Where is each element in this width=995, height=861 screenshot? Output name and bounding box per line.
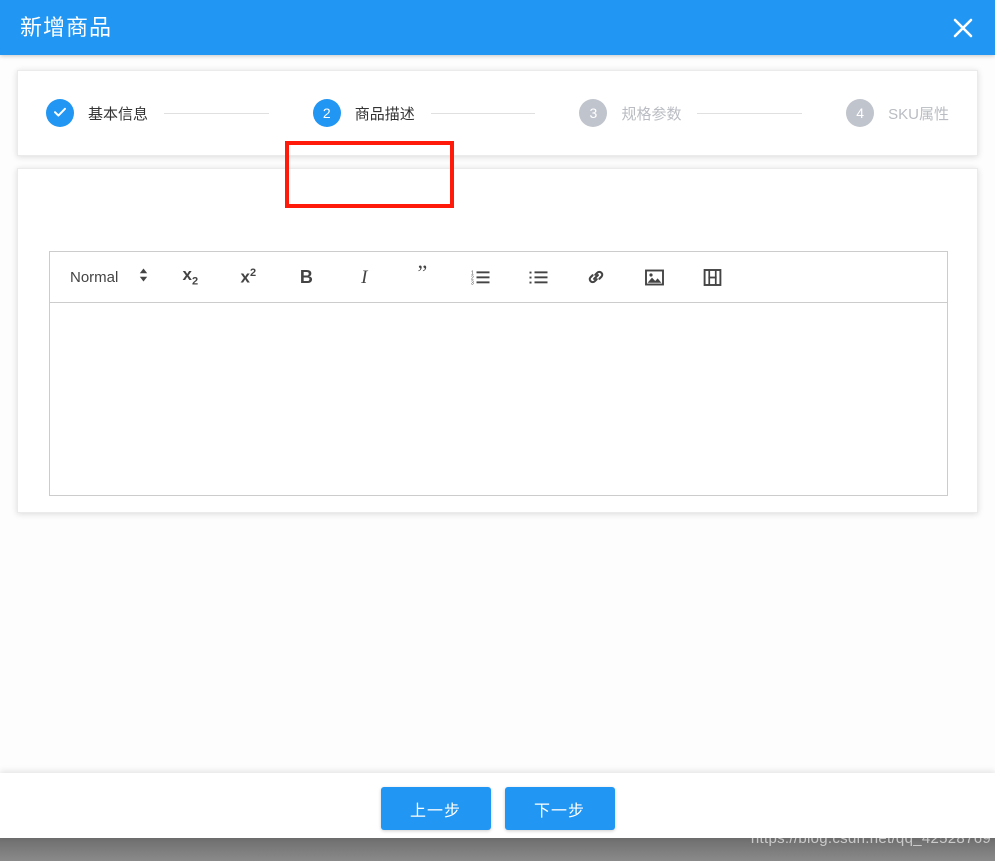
link-icon (586, 267, 606, 287)
video-icon (703, 268, 722, 286)
svg-text:3: 3 (471, 280, 474, 285)
check-icon (52, 104, 68, 123)
step-circle-2: 2 (312, 99, 341, 127)
step-product-description[interactable]: 2 商品描述 (285, 99, 415, 127)
previous-step-button[interactable]: 上一步 (380, 787, 491, 830)
close-icon (951, 16, 975, 40)
blockquote-button[interactable]: ” (403, 259, 441, 295)
image-icon (644, 269, 664, 286)
step-basic-info[interactable]: 基本信息 (18, 99, 148, 127)
superscript-button[interactable]: x2 (229, 263, 267, 291)
step-sku-attributes[interactable]: 4 SKU属性 (818, 99, 977, 127)
bold-icon: B (299, 267, 313, 287)
dialog-footer: 上一步 下一步 (0, 773, 995, 838)
quote-icon: ” (417, 260, 428, 285)
step-circle-1 (46, 99, 74, 127)
italic-button[interactable]: I (345, 263, 383, 291)
ordered-list-icon: 1 2 3 (471, 269, 490, 286)
italic-icon: I (361, 266, 368, 288)
image-button[interactable] (635, 263, 673, 291)
step-circle-4: 4 (846, 99, 875, 127)
dialog-body: 基本信息 2 商品描述 3 规格参数 4 SKU属性 Normal x2 x2 … (0, 55, 995, 773)
rich-text-editor: Normal x2 x2 B I ” 1 2 3 (49, 251, 948, 496)
step-label-3: 规格参数 (621, 105, 682, 123)
video-button[interactable] (693, 263, 731, 291)
bold-button[interactable]: B (287, 263, 325, 291)
superscript-icon: x2 (240, 267, 257, 287)
ordered-list-button[interactable]: 1 2 3 (461, 263, 499, 291)
page-title: 新增商品 (20, 15, 113, 40)
chevron-updown-icon (138, 267, 149, 287)
add-product-dialog: 新增商品 基本信息 2 商品描述 3 规格参数 4 SKU属性 Normal x… (0, 0, 995, 861)
step-label-4: SKU属性 (888, 105, 949, 123)
format-picker-value: Normal (70, 268, 119, 286)
next-step-button[interactable]: 下一步 (504, 787, 615, 830)
bullet-list-button[interactable] (519, 263, 557, 291)
editor-content-area[interactable] (50, 303, 947, 495)
subscript-button[interactable]: x2 (171, 263, 209, 291)
bullet-list-icon (529, 269, 548, 286)
step-label-2: 商品描述 (354, 105, 415, 123)
step-circle-3: 3 (579, 99, 608, 127)
step-spec-params[interactable]: 3 规格参数 (551, 99, 681, 127)
step-label-1: 基本信息 (88, 105, 149, 123)
step-connector-3 (697, 112, 803, 114)
step-connector-2 (430, 112, 536, 114)
editor-toolbar: Normal x2 x2 B I ” 1 2 3 (50, 252, 947, 303)
bottom-status-bar (0, 838, 995, 861)
step-connector-1 (164, 112, 269, 114)
format-picker[interactable]: Normal (60, 263, 155, 291)
link-button[interactable] (577, 263, 615, 291)
subscript-icon: x2 (182, 265, 199, 288)
step-wizard: 基本信息 2 商品描述 3 规格参数 4 SKU属性 (17, 70, 978, 156)
close-button[interactable] (945, 10, 981, 46)
dialog-header: 新增商品 (0, 0, 995, 55)
footer-button-group: 上一步 下一步 (0, 787, 995, 830)
description-editor-card: Normal x2 x2 B I ” 1 2 3 (17, 168, 978, 513)
